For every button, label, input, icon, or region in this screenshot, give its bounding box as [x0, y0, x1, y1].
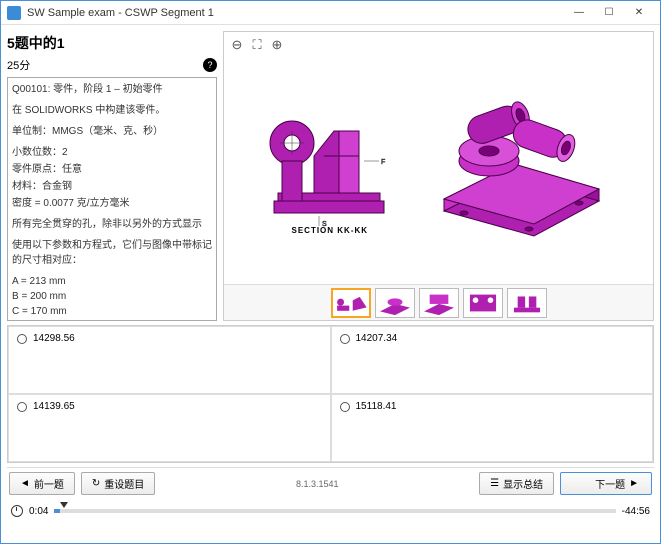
thumb-2[interactable] — [375, 288, 415, 318]
zoom-controls: ⊖ ⛶ ⊕ — [228, 36, 286, 54]
question-header: 5题中的1 — [7, 31, 217, 55]
question-body[interactable]: Q00101: 零件，阶段 1 – 初始零件 在 SOLIDWORKS 中构建该… — [7, 77, 217, 321]
score-label: 25分 — [7, 57, 30, 73]
q-D: D = 130 mm — [12, 319, 212, 321]
app-window: SW Sample exam - CSWP Segment 1 — ☐ ✕ 5题… — [0, 0, 661, 544]
answer-c[interactable]: 14139.65 — [8, 394, 331, 462]
zoom-in-icon[interactable]: ⊕ — [268, 36, 286, 54]
app-icon — [7, 6, 21, 20]
version-label: 8.1.3.1541 — [296, 479, 339, 489]
q-id-line: Q00101: 零件，阶段 1 – 初始零件 — [12, 82, 212, 97]
q-C: C = 170 mm — [12, 304, 212, 319]
answer-a-label: 14298.56 — [33, 333, 75, 344]
timer-row: 0:04 -44:56 — [7, 503, 654, 519]
bottom-bar: ◄前一题 ↻重设题目 8.1.3.1541 ☰显示总结 下一题► — [7, 467, 654, 499]
remaining-time: -44:56 — [622, 506, 650, 517]
q-decimals: 小数位数：2 — [12, 145, 212, 160]
answer-c-label: 14139.65 — [33, 401, 75, 412]
answer-d-label: 15118.41 — [356, 401, 397, 412]
question-counter: 5题中的1 — [7, 33, 65, 53]
q-params-intro: 使用以下参数和方程式，它们与图像中带标记的尺寸相对应： — [12, 238, 212, 268]
section-view: F S SECTION KK-KK — [264, 101, 394, 231]
q-instr1: 在 SOLIDWORKS 中构建该零件。 — [12, 103, 212, 118]
q-holes: 所有完全贯穿的孔，除非以另外的方式显示 — [12, 217, 212, 232]
answers-grid: 14298.56 14207.34 14139.65 15118.41 — [7, 325, 654, 463]
q-density: 密度 = 0.0077 克/立方毫米 — [12, 196, 212, 211]
thumb-5[interactable] — [507, 288, 547, 318]
reset-button[interactable]: ↻重设题目 — [81, 472, 155, 495]
window-title: SW Sample exam - CSWP Segment 1 — [27, 7, 564, 19]
section-label: SECTION KK-KK — [292, 226, 369, 235]
answer-b[interactable]: 14207.34 — [331, 326, 654, 394]
question-panel: 5题中的1 25分 ? Q00101: 零件，阶段 1 – 初始零件 在 SOL… — [7, 31, 217, 321]
refresh-icon: ↻ — [92, 478, 100, 489]
q-A: A = 213 mm — [12, 274, 212, 289]
progress-bar[interactable] — [54, 509, 615, 513]
radio-icon[interactable] — [17, 334, 27, 344]
q-units: 单位制：MMGS（毫米、克、秒） — [12, 124, 212, 139]
close-button[interactable]: ✕ — [624, 3, 654, 23]
thumb-4[interactable] — [463, 288, 503, 318]
q-B: B = 200 mm — [12, 289, 212, 304]
content-area: 5题中的1 25分 ? Q00101: 零件，阶段 1 – 初始零件 在 SOL… — [1, 25, 660, 543]
image-panel: ⊖ ⛶ ⊕ — [223, 31, 654, 321]
radio-icon[interactable] — [340, 402, 350, 412]
radio-icon[interactable] — [17, 402, 27, 412]
thumbnail-strip — [224, 284, 653, 320]
answer-a[interactable]: 14298.56 — [8, 326, 331, 394]
q-origin: 零件原点：任意 — [12, 162, 212, 177]
prev-button[interactable]: ◄前一题 — [9, 472, 75, 495]
radio-icon[interactable] — [340, 334, 350, 344]
next-button[interactable]: 下一题► — [560, 472, 652, 495]
answer-d[interactable]: 15118.41 — [331, 394, 654, 462]
arrow-right-icon: ► — [629, 478, 639, 489]
help-icon[interactable]: ? — [203, 58, 217, 72]
titlebar: SW Sample exam - CSWP Segment 1 — ☐ ✕ — [1, 1, 660, 25]
svg-text:F: F — [381, 159, 385, 166]
score-row: 25分 ? — [7, 55, 217, 77]
isometric-view — [414, 91, 614, 241]
q-material: 材料：合金钢 — [12, 179, 212, 194]
summary-button[interactable]: ☰显示总结 — [479, 472, 554, 495]
answer-b-label: 14207.34 — [356, 333, 398, 344]
upper-row: 5题中的1 25分 ? Q00101: 零件，阶段 1 – 初始零件 在 SOL… — [7, 31, 654, 321]
zoom-fit-icon[interactable]: ⛶ — [248, 36, 266, 54]
thumb-1[interactable] — [331, 288, 371, 318]
arrow-left-icon: ◄ — [20, 478, 30, 489]
list-icon: ☰ — [490, 478, 499, 489]
clock-icon — [11, 505, 23, 517]
elapsed-time: 0:04 — [29, 506, 48, 517]
zoom-out-icon[interactable]: ⊖ — [228, 36, 246, 54]
minimize-button[interactable]: — — [564, 3, 594, 23]
thumb-3[interactable] — [419, 288, 459, 318]
main-image-area[interactable]: F S SECTION KK-KK — [224, 32, 653, 284]
maximize-button[interactable]: ☐ — [594, 3, 624, 23]
